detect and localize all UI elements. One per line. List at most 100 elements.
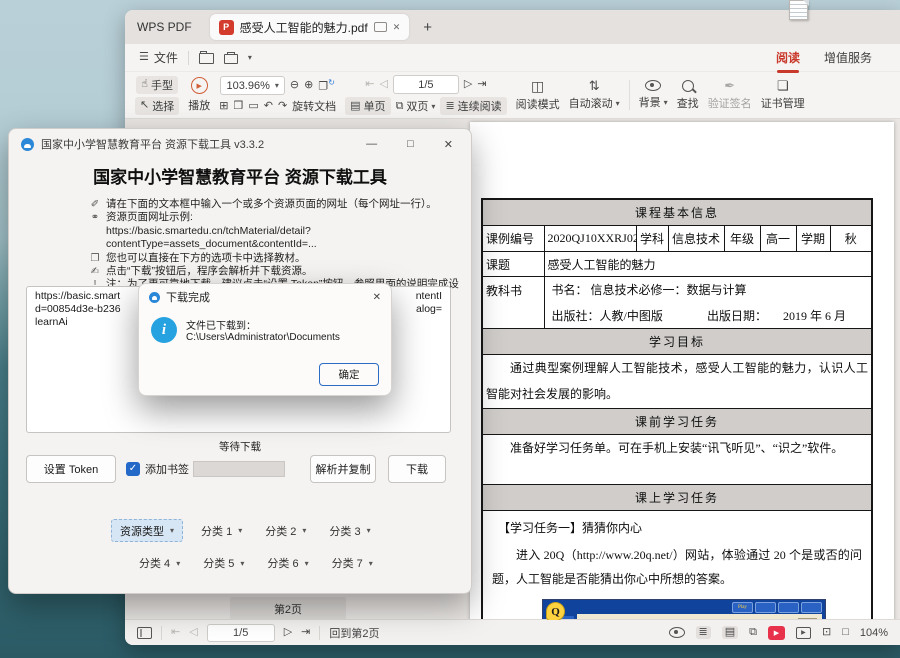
- cell-label: 学科: [636, 226, 668, 252]
- play-in-page-icon[interactable]: ▶: [796, 627, 811, 639]
- chevron-down-icon: ▾: [431, 102, 435, 111]
- continuous-read-button[interactable]: ≣ 连续阅读: [440, 97, 506, 115]
- download-button[interactable]: 下载: [388, 455, 446, 483]
- read-mode-button[interactable]: ◫ 阅读模式: [516, 79, 560, 112]
- category-3-dropdown[interactable]: 分类 3▾: [329, 523, 370, 539]
- 20q-nav-chip: [755, 602, 776, 613]
- back-to-page-link[interactable]: 回到第2页: [329, 625, 379, 641]
- tab-close-icon[interactable]: ✕: [393, 22, 401, 33]
- tool-group-pointer: ☝ 手型 ↖ 选择: [135, 76, 179, 115]
- eye-icon[interactable]: [669, 627, 685, 638]
- next-page-icon[interactable]: ▷: [464, 79, 472, 90]
- page-indicator-input[interactable]: 1/5: [393, 75, 459, 94]
- tool-group-play[interactable]: ▶ 播放: [188, 77, 210, 113]
- example-url-line1: https://basic.smartedu.cn/tchMaterial/de…: [106, 225, 311, 238]
- rotate-right-icon[interactable]: ↷: [278, 101, 287, 112]
- maximize-icon[interactable]: □: [407, 138, 414, 151]
- click-icon: ✍: [89, 265, 101, 278]
- fit-width-icon[interactable]: ⊞: [219, 101, 228, 112]
- new-tab-button[interactable]: +: [423, 19, 432, 36]
- play-fullscreen-button[interactable]: ▶: [768, 626, 785, 640]
- tab-read[interactable]: 阅读: [776, 49, 800, 66]
- tab-title: 感受人工智能的魅力.pdf: [240, 19, 368, 36]
- crop-icon[interactable]: ▭: [248, 101, 258, 112]
- print-icon[interactable]: [224, 54, 238, 64]
- single-page-button[interactable]: ▤ 单页: [345, 97, 390, 115]
- book-icon: ◫: [531, 79, 544, 93]
- minimize-icon[interactable]: —: [366, 138, 377, 151]
- zoom-out-icon[interactable]: ⊖: [290, 80, 299, 91]
- bookmark-icon[interactable]: □: [842, 627, 849, 638]
- notepad-shortcut-icon[interactable]: [789, 0, 809, 20]
- open-folder-icon[interactable]: [199, 53, 214, 64]
- 20q-play-button: Play: [732, 602, 753, 613]
- category-2-dropdown[interactable]: 分类 2▾: [265, 523, 306, 539]
- close-icon[interactable]: ✕: [444, 138, 453, 151]
- prev-page-icon[interactable]: ◁: [379, 79, 387, 90]
- fit-page-icon[interactable]: ❒: [233, 101, 243, 112]
- double-page-button[interactable]: ⧉ 双页 ▾: [396, 98, 436, 114]
- tool-window-title: 国家中小学智慧教育平台 资源下载工具 v3.3.2: [41, 136, 264, 152]
- cell-label: 课例编号: [482, 226, 544, 252]
- wps-brand[interactable]: WPS PDF: [137, 20, 192, 34]
- next-page-icon[interactable]: ▷: [284, 627, 292, 638]
- play-circle-icon: ▶: [191, 77, 208, 94]
- document-tab[interactable]: P 感受人工智能的魅力.pdf ✕: [210, 14, 410, 40]
- pdf-page: 课程基本信息 课例编号 2020QJ10XXRJ029 学科 信息技术 年级 高…: [470, 122, 894, 620]
- category-1-dropdown[interactable]: 分类 1▾: [201, 523, 242, 539]
- zoom-in-icon[interactable]: ⊕: [304, 80, 313, 91]
- first-page-icon[interactable]: ⇤: [171, 627, 180, 638]
- close-icon[interactable]: ✕: [373, 292, 381, 303]
- background-button[interactable]: 背景 ▾: [639, 80, 668, 110]
- find-button[interactable]: 查找: [677, 80, 699, 111]
- tab-value-added-services[interactable]: 增值服务: [824, 49, 872, 66]
- continuous-icon[interactable]: ≣: [696, 626, 711, 639]
- last-page-icon[interactable]: ⇥: [301, 627, 310, 638]
- section-class-task: 课上学习任务: [482, 485, 872, 511]
- select-tool-button[interactable]: ↖ 选择: [135, 97, 179, 115]
- hand-tool-button[interactable]: ☝ 手型: [136, 76, 178, 94]
- resource-type-dropdown[interactable]: 资源类型 ▾: [111, 519, 183, 542]
- page2-button[interactable]: 第2页: [230, 597, 346, 620]
- single-page-icon[interactable]: ▤: [722, 626, 738, 639]
- auto-scroll-button[interactable]: ⇅ 自动滚动 ▾: [569, 79, 620, 111]
- background-label: 背景: [639, 94, 661, 110]
- cert-manage-button[interactable]: ❏ 证书管理: [761, 79, 805, 111]
- page-glyph: ❐: [318, 80, 328, 92]
- 20q-nav-chip: [801, 602, 822, 613]
- single-page-icon: ▤: [350, 101, 360, 112]
- certificate-icon: ❏: [777, 79, 789, 92]
- add-bookmark-checkbox[interactable]: ✓ 添加书签: [126, 461, 189, 477]
- file-menu[interactable]: ☰ 文件: [139, 49, 178, 66]
- double-page-label: 双页: [406, 98, 428, 114]
- set-token-button[interactable]: 设置 Token: [26, 455, 116, 483]
- ok-button[interactable]: 确定: [319, 363, 379, 386]
- prev-page-icon[interactable]: ◁: [189, 627, 197, 638]
- rotate-doc-label[interactable]: 旋转文档: [292, 98, 336, 114]
- comment-icon[interactable]: [374, 22, 387, 32]
- category-4-dropdown[interactable]: 分类 4▾: [139, 555, 180, 571]
- first-page-icon[interactable]: ⇤: [365, 79, 374, 90]
- chevron-down-icon: ▾: [240, 559, 244, 568]
- double-page-icon: ⧉: [396, 101, 404, 112]
- 20q-nav-chip: [778, 602, 799, 613]
- fit-screen-icon[interactable]: ⊡: [822, 627, 831, 638]
- zoom-select[interactable]: 103.96% ▾: [220, 76, 284, 95]
- tool-title-bar: 国家中小学智慧教育平台 资源下载工具 v3.3.2 — □ ✕: [9, 129, 471, 159]
- double-page-icon[interactable]: ⧉: [749, 627, 757, 638]
- rotate-left-icon[interactable]: ↶: [264, 101, 273, 112]
- blank-icon: [89, 225, 101, 238]
- status-zoom-level[interactable]: 104%: [860, 627, 888, 639]
- category-5-dropdown[interactable]: 分类 5▾: [203, 555, 244, 571]
- status-page-indicator[interactable]: 1/5: [207, 624, 275, 642]
- sidebar-toggle-icon[interactable]: [137, 627, 152, 639]
- last-page-icon[interactable]: ⇥: [477, 79, 486, 90]
- parse-copy-button[interactable]: 解析并复制: [310, 455, 376, 483]
- rotate-pages-icon[interactable]: ❐↻: [318, 79, 335, 93]
- chevron-down-icon[interactable]: ▾: [248, 53, 252, 62]
- category-6-dropdown[interactable]: 分类 6▾: [267, 555, 308, 571]
- cursor-icon: ↖: [140, 100, 149, 111]
- category-7-dropdown[interactable]: 分类 7▾: [332, 555, 373, 571]
- modal-message: 文件已下载到：C:\Users\Administrator\Documents: [186, 317, 379, 343]
- app-logo-icon: [21, 138, 34, 151]
